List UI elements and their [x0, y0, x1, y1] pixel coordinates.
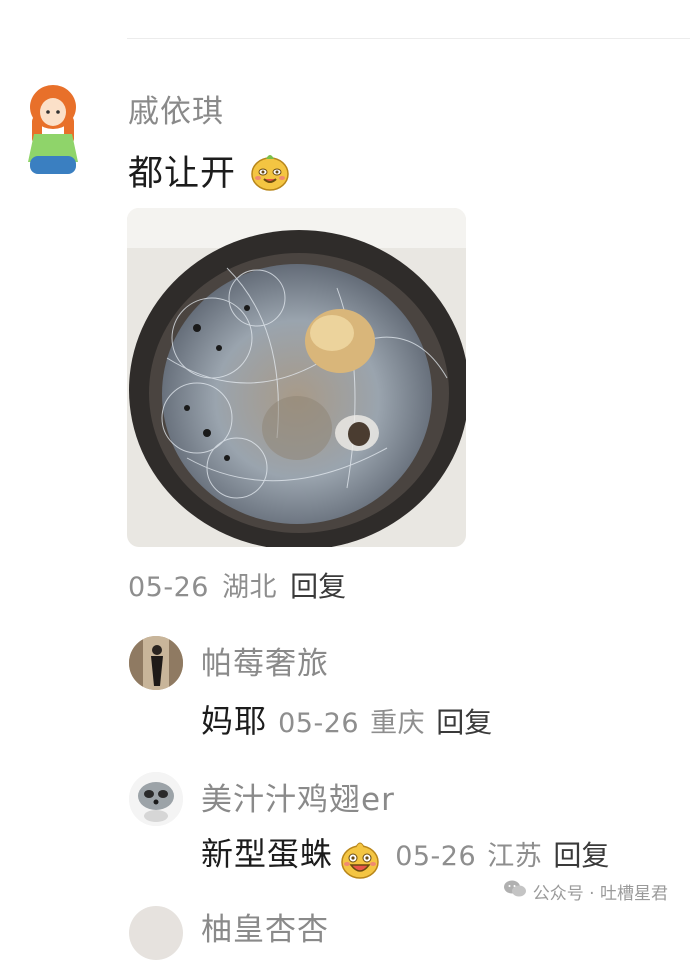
- comment-location: 湖北: [222, 572, 278, 603]
- watermark: 公众号 · 吐槽星君: [503, 879, 668, 904]
- watermark-text: 公众号 · 吐槽星君: [532, 884, 668, 904]
- reply-date: 05-26: [395, 841, 477, 872]
- reply-button[interactable]: 回复: [553, 839, 609, 872]
- reply-username[interactable]: 美汁汁鸡翅er: [201, 774, 395, 819]
- reply-line: 妈耶 05-26 重庆 回复: [201, 696, 492, 742]
- comment-username[interactable]: 戚依琪: [128, 86, 224, 131]
- reply-button[interactable]: 回复: [290, 570, 346, 603]
- comment-date: 05-26: [128, 572, 209, 603]
- comment-photo[interactable]: [127, 208, 466, 547]
- laughing-face-icon: [338, 837, 382, 885]
- avatar[interactable]: [129, 772, 183, 826]
- reply-location: 重庆: [370, 708, 426, 739]
- avatar[interactable]: [129, 906, 183, 960]
- avatar[interactable]: [22, 82, 84, 176]
- top-divider: [127, 38, 690, 39]
- reply-button[interactable]: 回复: [436, 706, 492, 739]
- reply-date: 05-26: [278, 708, 360, 739]
- avatar[interactable]: [129, 636, 183, 690]
- comment-text: 都让开: [128, 145, 292, 202]
- reply-username[interactable]: 柚皇杏杏: [201, 904, 329, 949]
- reply-text: 新型蛋蛛: [201, 835, 334, 873]
- reply-username[interactable]: 帕莓奢旅: [201, 638, 329, 683]
- comment-meta: 05-26 湖北 回复: [128, 565, 346, 605]
- comment-text-content: 都让开: [128, 154, 237, 194]
- reply-text: 妈耶: [201, 702, 268, 740]
- wechat-icon: [503, 879, 527, 904]
- reply-line: 新型蛋蛛 05-26 江苏 回复: [201, 829, 609, 885]
- happy-face-icon: [248, 149, 292, 202]
- reply-location: 江苏: [487, 841, 543, 872]
